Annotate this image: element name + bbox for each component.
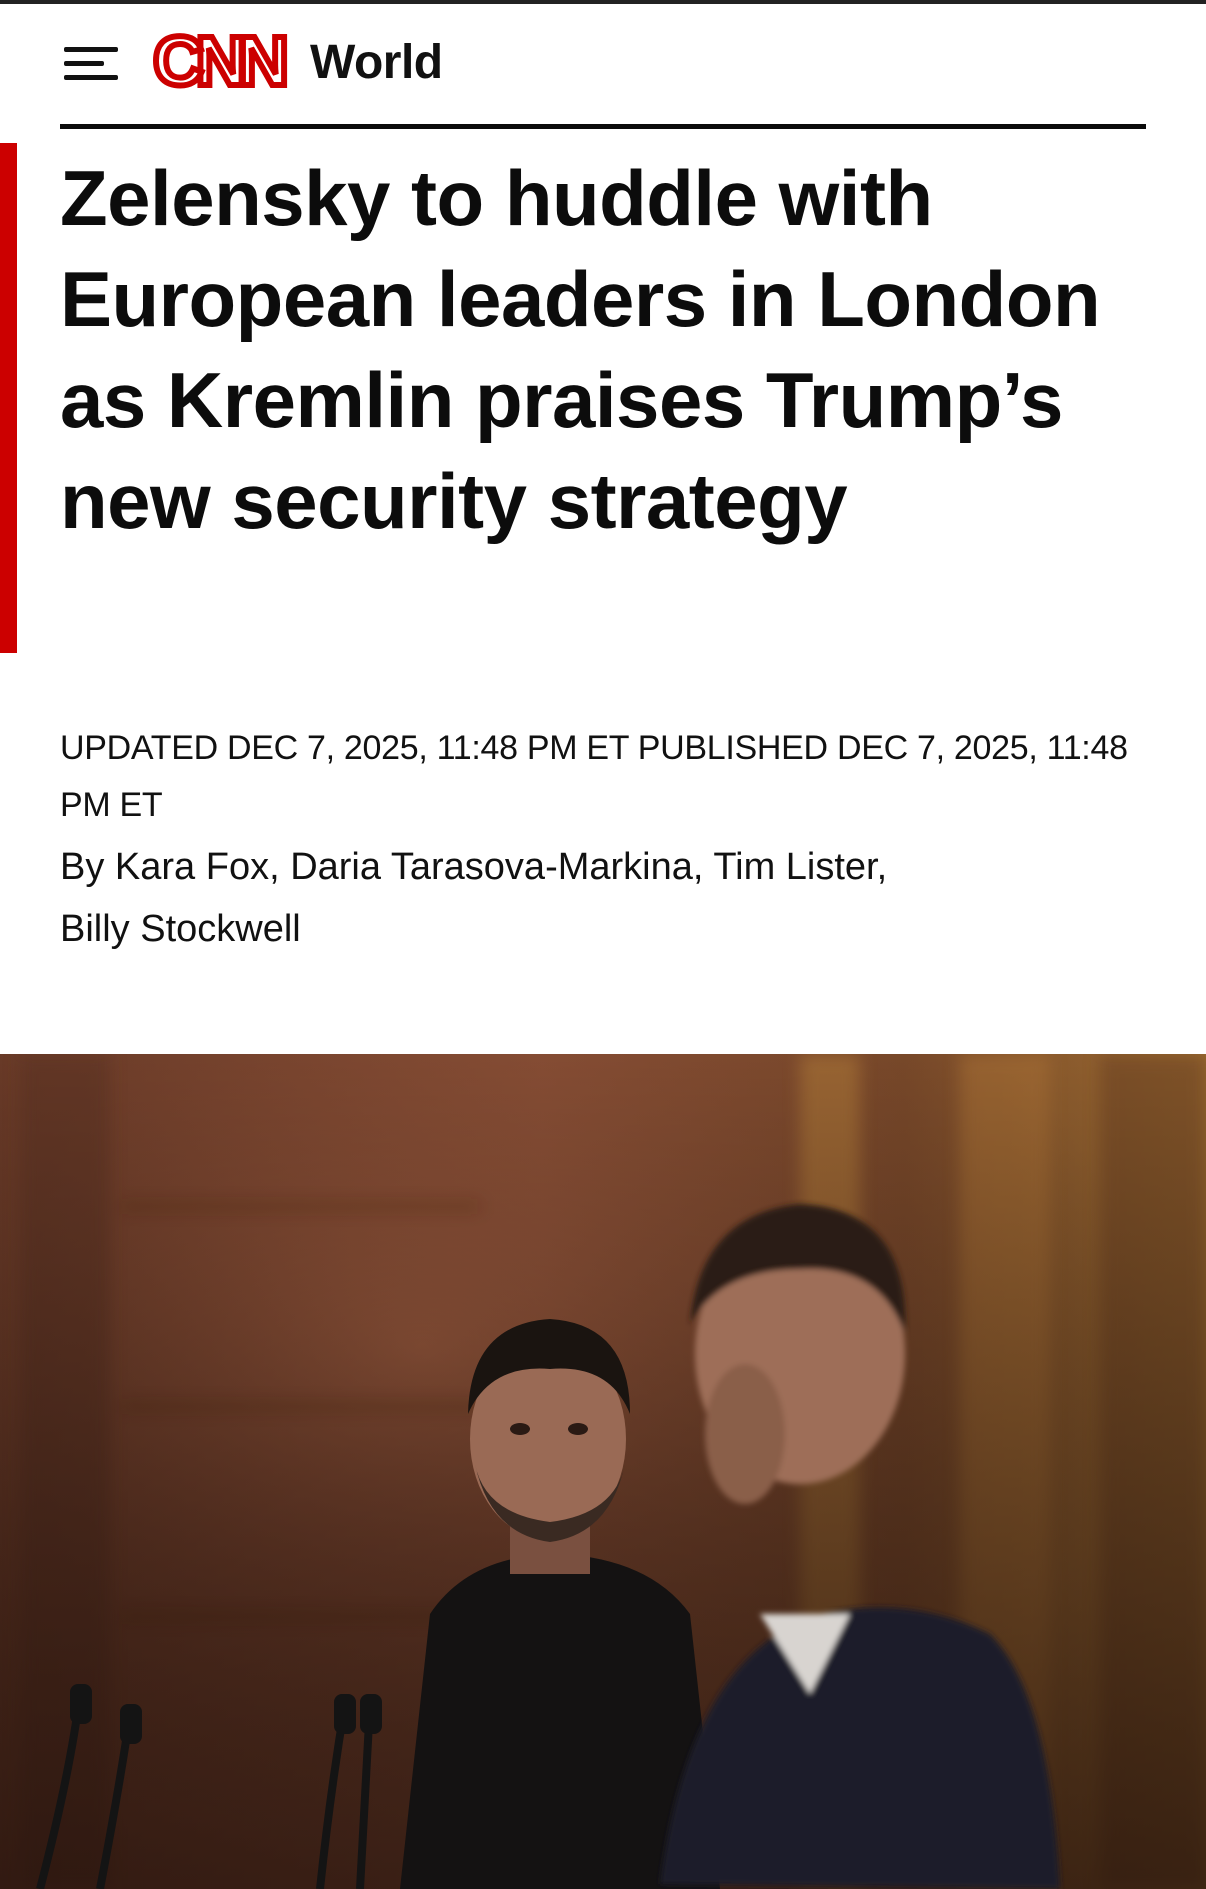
byline-separator: ,	[876, 846, 888, 888]
cnn-logo[interactable]: CNN	[146, 27, 288, 97]
byline-separator: ,	[269, 846, 291, 888]
author-link[interactable]: Kara Fox	[115, 846, 269, 888]
section-label[interactable]: World	[310, 35, 443, 90]
article-byline: By Kara Fox, Daria Tarasova-Markina, Tim…	[60, 836, 1060, 960]
author-link[interactable]: Tim Lister	[713, 846, 876, 888]
byline-separator: ,	[692, 846, 714, 888]
article-headline: Zelensky to huddle with European leaders…	[60, 154, 1101, 545]
author-link[interactable]: Billy Stockwell	[60, 908, 301, 950]
top-border	[0, 0, 1206, 4]
site-header: CNN World	[60, 24, 1146, 100]
byline-prefix: By	[60, 846, 115, 888]
article-timestamp: UPDATED DEC 7, 2025, 11:48 PM ET PUBLISH…	[60, 729, 1128, 824]
hero-photo-illustration	[0, 1054, 1206, 1889]
header-divider	[60, 124, 1146, 129]
hamburger-menu-icon[interactable]	[60, 39, 118, 85]
svg-text:CNN: CNN	[153, 27, 284, 97]
headline-accent-bar	[0, 143, 17, 653]
article-hero-photo	[0, 1054, 1206, 1889]
author-link[interactable]: Daria Tarasova-Markina	[290, 846, 693, 888]
